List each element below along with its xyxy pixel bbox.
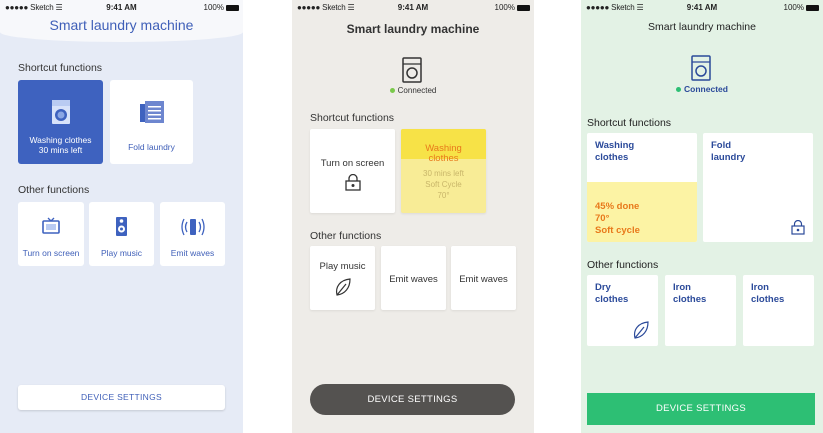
temperature-label: 70° — [595, 213, 610, 224]
connected-dot — [676, 87, 682, 93]
function-dry-clothes[interactable]: Dry clothes — [587, 275, 658, 346]
card-label: Turn on screen — [320, 158, 385, 169]
card-label: Emit waves — [170, 248, 215, 258]
card-label-line1: Iron — [751, 282, 769, 293]
shortcut-fold-laundry[interactable]: Fold laundry — [703, 133, 813, 242]
function-play-music[interactable]: Play music — [89, 202, 154, 266]
function-play-music[interactable]: Play music — [310, 246, 375, 310]
speaker-icon — [116, 217, 127, 236]
battery-percent: 100% — [494, 3, 515, 12]
shortcut-functions-label: Shortcut functions — [587, 117, 672, 129]
card-label: Emit waves — [389, 274, 438, 285]
device-settings-button[interactable]: DEVICE SETTINGS — [18, 385, 225, 410]
function-turn-on-screen[interactable]: Turn on screen — [18, 202, 84, 266]
temperature-label: 70° — [437, 191, 450, 200]
card-label-line1: Dry — [595, 282, 611, 293]
card-label-line2: laundry — [711, 152, 746, 163]
function-iron-clothes[interactable]: Iron clothes — [743, 275, 814, 346]
card-label-line2: clothes — [428, 153, 459, 164]
shortcut-fold-laundry[interactable]: Fold laundry — [110, 80, 193, 164]
card-label-line1: Iron — [673, 282, 691, 293]
shortcut-functions-label: Shortcut functions — [310, 112, 395, 124]
card-label: Play music — [100, 248, 143, 258]
card-label-line1: Washing — [595, 140, 635, 151]
card-label: Fold laundry — [128, 142, 175, 152]
card-label: Play music — [319, 261, 366, 272]
function-emit-waves[interactable]: Emit waves — [160, 202, 225, 266]
lock-icon — [345, 174, 361, 191]
washing-machine-icon — [402, 57, 422, 83]
function-iron-clothes[interactable]: Iron clothes — [665, 275, 736, 346]
battery-icon — [517, 4, 530, 11]
waves-icon — [181, 218, 205, 236]
other-functions-label: Other functions — [310, 230, 382, 242]
lock-icon — [791, 220, 805, 235]
leaf-icon — [633, 321, 649, 339]
function-emit-waves[interactable]: Emit waves — [451, 246, 516, 310]
washing-machine-icon — [52, 100, 70, 124]
card-label: Emit waves — [459, 274, 508, 285]
device-settings-button[interactable]: DEVICE SETTINGS — [587, 393, 815, 425]
function-emit-waves[interactable]: Emit waves — [381, 246, 446, 310]
connected-label: Connected — [684, 84, 728, 94]
battery-indicator: 100% — [204, 3, 239, 12]
page-title: Smart laundry machine — [346, 22, 480, 36]
shortcut-functions-label: Shortcut functions — [18, 62, 103, 74]
card-label: Turn on screen — [22, 248, 80, 258]
leaf-icon — [335, 278, 351, 296]
battery-indicator: 100% — [495, 3, 530, 12]
shortcut-turn-on-screen[interactable]: Turn on screen — [310, 129, 395, 213]
battery-icon — [226, 4, 239, 11]
card-label-line2: clothes — [751, 294, 785, 305]
other-functions-label: Other functions — [18, 184, 90, 196]
screen-green-variant: ●●●●● Sketch ☰ 9:41 AM 100% Smart laundr… — [581, 0, 823, 433]
card-label: Washing clothes — [29, 135, 92, 145]
progress-label: 45% done — [595, 201, 640, 212]
status-bar: ●●●●● Sketch ☰ 9:41 AM 100% — [292, 0, 534, 14]
shortcut-washing-clothes[interactable]: Washing clothes 30 mins left — [18, 80, 103, 164]
connection-status: Connected — [581, 84, 823, 94]
page-title: Smart laundry machine — [648, 21, 756, 33]
battery-icon — [806, 4, 819, 11]
fold-laundry-icon — [140, 101, 164, 123]
cycle-label: Soft cycle — [595, 225, 640, 236]
device-settings-button[interactable]: DEVICE SETTINGS — [310, 384, 515, 415]
page-title: Smart laundry machine — [49, 17, 194, 33]
screen-neutral-variant: ●●●●● Sketch ☰ 9:41 AM 100% Smart laundr… — [292, 0, 534, 433]
battery-percent: 100% — [783, 3, 804, 12]
card-sublabel: 30 mins left — [38, 145, 83, 155]
card-label-line2: clothes — [673, 294, 707, 305]
card-label-line2: clothes — [595, 152, 629, 163]
shortcut-washing-clothes[interactable]: Washing clothes 45% done 70° Soft cycle — [587, 133, 697, 242]
time-left-label: 30 mins left — [423, 169, 464, 178]
cycle-label: Soft Cycle — [425, 180, 462, 189]
connected-dot — [389, 88, 395, 94]
screen-blue-variant: ●●●●● Sketch ☰ 9:41 AM 100% Smart laundr… — [0, 0, 243, 433]
washing-machine-icon — [691, 55, 711, 81]
connected-label: Connected — [397, 86, 437, 95]
other-functions-label: Other functions — [587, 259, 659, 271]
shortcut-washing-clothes[interactable]: Washing clothes 30 mins left Soft Cycle … — [401, 129, 486, 213]
battery-indicator: 100% — [784, 3, 819, 12]
status-bar: ●●●●● Sketch ☰ 9:41 AM 100% — [0, 0, 243, 14]
connection-status: Connected — [292, 86, 534, 95]
status-bar: ●●●●● Sketch ☰ 9:41 AM 100% — [581, 0, 823, 14]
card-label-line2: clothes — [595, 294, 629, 305]
tv-icon — [42, 217, 60, 234]
card-label-line1: Fold — [711, 140, 732, 151]
battery-percent: 100% — [203, 3, 224, 12]
